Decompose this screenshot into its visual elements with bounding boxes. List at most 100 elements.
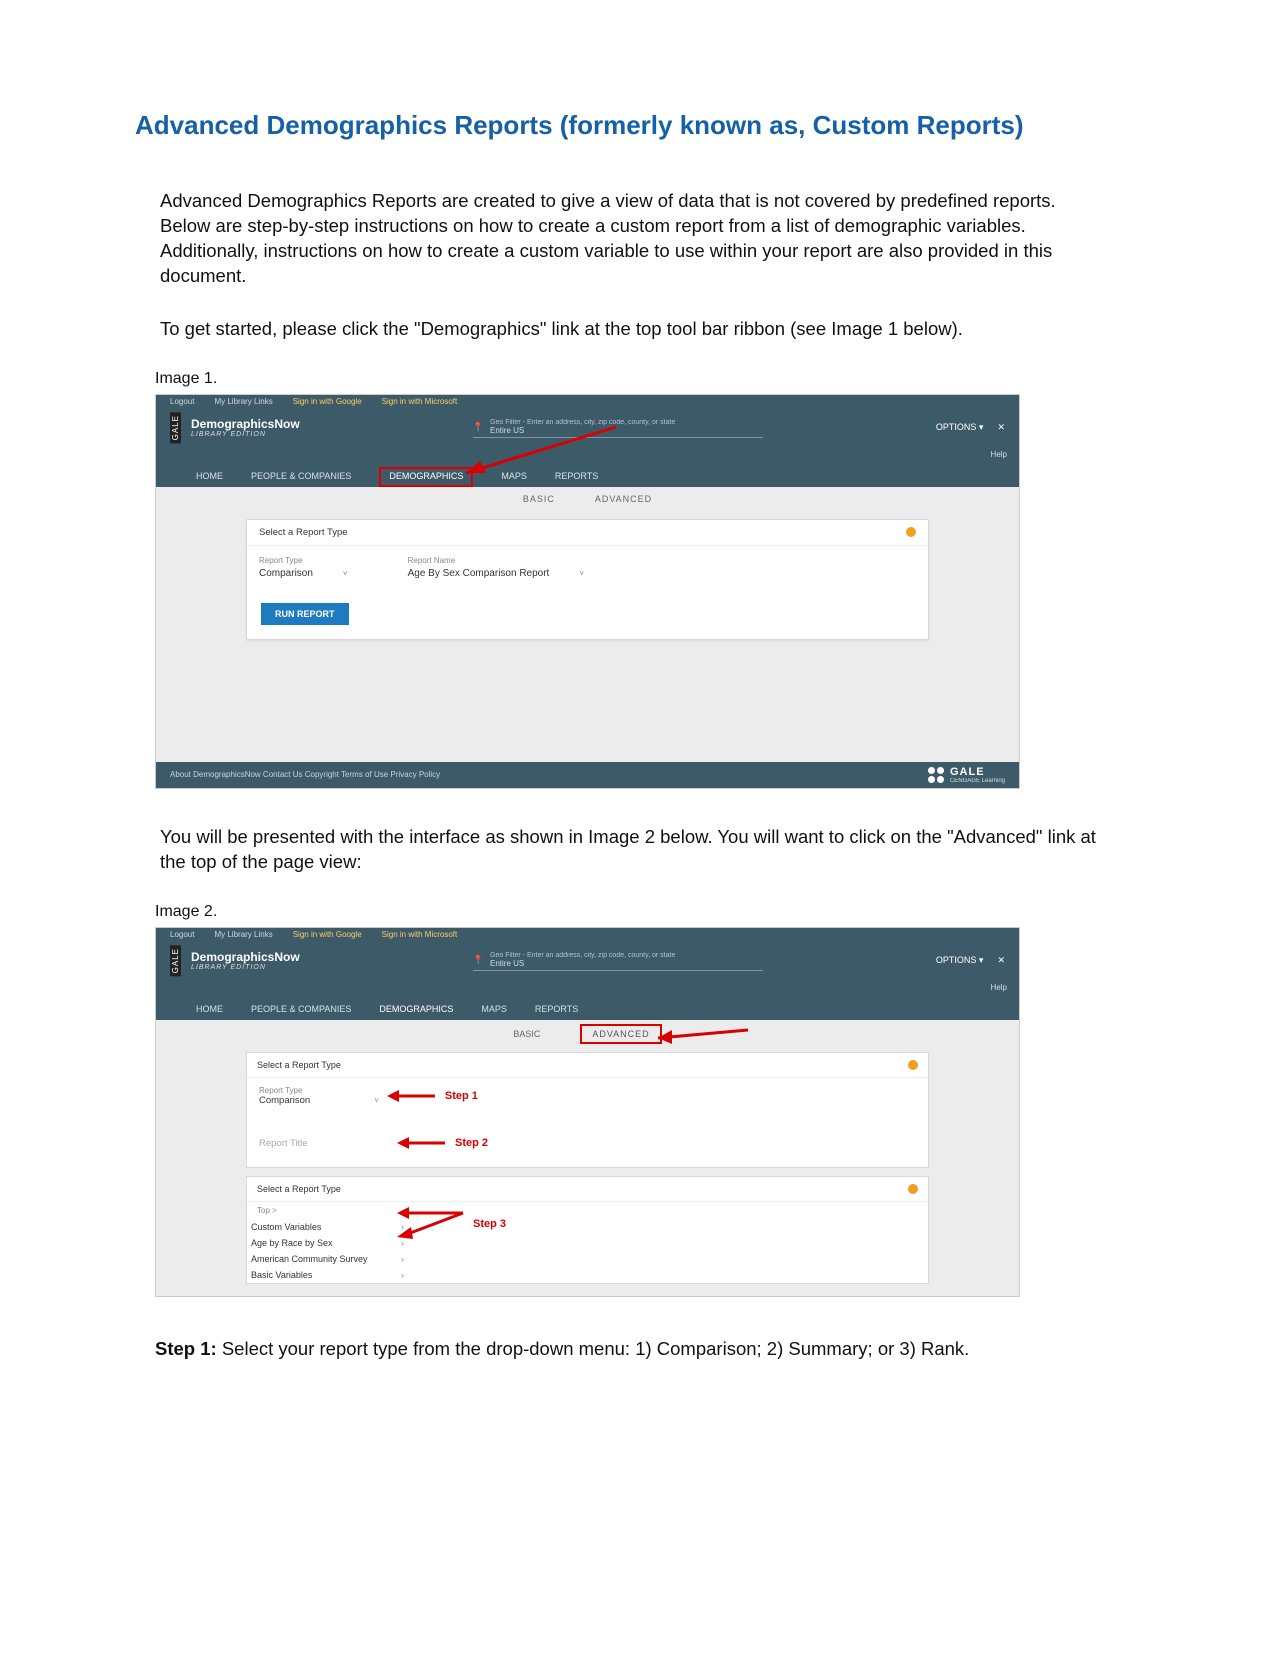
step-2-label: Step 2 xyxy=(455,1137,488,1149)
tab-demographics[interactable]: DEMOGRAPHICS xyxy=(379,467,473,487)
list-item[interactable]: American Community Survey › xyxy=(247,1251,928,1267)
run-report-button[interactable]: RUN REPORT xyxy=(261,603,349,625)
tab-demographics[interactable]: DEMOGRAPHICS xyxy=(379,1004,453,1020)
step-1-bold: Step 1: xyxy=(155,1338,217,1359)
list-item-label: Basic Variables xyxy=(251,1270,312,1280)
red-arrow-step3 xyxy=(397,1207,467,1241)
list-item[interactable]: Custom Variables› xyxy=(247,1219,928,1235)
step-1-text: Select your report type from the drop-do… xyxy=(217,1338,970,1359)
image-1-label: Image 1. xyxy=(155,370,1150,388)
logout-link[interactable]: Logout xyxy=(170,397,194,406)
red-callout-arrow-advanced xyxy=(648,1026,758,1046)
top-utility-bar: Logout My Library Links Sign in with Goo… xyxy=(156,395,1019,409)
logout-link[interactable]: Logout xyxy=(170,930,194,939)
report-name-field[interactable]: Report Name Age By Sex Comparison Report… xyxy=(408,556,584,579)
warning-icon xyxy=(906,527,916,537)
intro-paragraph-1: Advanced Demographics Reports are create… xyxy=(160,189,1110,289)
signin-microsoft-link[interactable]: Sign in with Microsoft xyxy=(382,397,458,406)
options-menu[interactable]: OPTIONS ▾ xyxy=(936,955,984,966)
subtab-basic[interactable]: BASIC xyxy=(513,1029,540,1039)
footer-links[interactable]: About DemographicsNow Contact Us Copyrig… xyxy=(170,770,440,779)
chevron-down-icon: ˅ xyxy=(579,569,584,578)
footer-bar: About DemographicsNow Contact Us Copyrig… xyxy=(156,762,1019,788)
main-tabs: HOME PEOPLE & COMPANIES DEMOGRAPHICS MAP… xyxy=(156,463,1019,487)
map-pin-icon: 📍 xyxy=(473,422,484,433)
panel-header: Select a Report Type xyxy=(259,527,348,538)
gale-text: GALE xyxy=(950,766,1005,778)
my-library-links[interactable]: My Library Links xyxy=(214,930,272,939)
help-link[interactable]: Help xyxy=(991,450,1007,459)
close-icon[interactable]: ✕ xyxy=(997,955,1005,966)
warning-icon xyxy=(908,1184,918,1194)
step-1-paragraph: Step 1: Select your report type from the… xyxy=(155,1337,1070,1362)
chevron-right-icon: › xyxy=(401,1254,404,1264)
list-item-label: Age by Race by Sex xyxy=(251,1238,333,1248)
intro-paragraph-2: To get started, please click the "Demogr… xyxy=(160,317,1110,342)
report-name-label: Report Name xyxy=(408,556,584,565)
my-library-links[interactable]: My Library Links xyxy=(214,397,272,406)
report-type-label: Report Type xyxy=(259,556,348,565)
map-pin-icon: 📍 xyxy=(473,955,484,966)
close-icon[interactable]: ✕ xyxy=(997,422,1005,433)
tab-reports[interactable]: REPORTS xyxy=(555,471,598,487)
tab-people-companies[interactable]: PEOPLE & COMPANIES xyxy=(251,471,351,487)
report-type-field[interactable]: Report Type Comparison ˅ xyxy=(259,556,348,579)
tab-maps[interactable]: MAPS xyxy=(481,1004,507,1020)
report-type-dropdown[interactable]: Comparison ˅ xyxy=(259,1095,379,1106)
tab-home[interactable]: HOME xyxy=(196,1004,223,1020)
geo-filter-input[interactable]: 📍 Geo Filter - Enter an address, city, z… xyxy=(473,417,763,438)
step-3-label: Step 3 xyxy=(473,1218,506,1230)
signin-microsoft-link[interactable]: Sign in with Microsoft xyxy=(382,930,458,939)
list-item[interactable]: Age by Race by Sex› xyxy=(247,1235,928,1251)
product-edition: LIBRARY EDITION xyxy=(191,964,300,971)
list-item-label: American Community Survey xyxy=(251,1254,368,1264)
product-name: DemographicsNow xyxy=(191,950,300,964)
signin-google-link[interactable]: Sign in with Google xyxy=(293,930,362,939)
tab-home[interactable]: HOME xyxy=(196,471,223,487)
help-link[interactable]: Help xyxy=(991,983,1007,992)
chevron-right-icon: › xyxy=(401,1270,404,1280)
report-type-value: Comparison xyxy=(259,568,313,579)
page-title: Advanced Demographics Reports (formerly … xyxy=(135,110,1150,141)
product-edition: LIBRARY EDITION xyxy=(191,431,300,438)
red-arrow-step2 xyxy=(397,1136,447,1150)
report-type-value: Comparison xyxy=(259,1095,310,1106)
subtab-basic[interactable]: BASIC xyxy=(523,494,555,504)
tab-reports[interactable]: REPORTS xyxy=(535,1004,578,1020)
cengage-text: CENGAGE Learning xyxy=(950,778,1005,784)
tab-people-companies[interactable]: PEOPLE & COMPANIES xyxy=(251,1004,351,1020)
geo-hint: Geo Filter - Enter an address, city, zip… xyxy=(490,419,675,426)
screenshot-2: Logout My Library Links Sign in with Goo… xyxy=(155,927,1020,1297)
sub-tabs: BASIC ADVANCED xyxy=(156,487,1019,511)
report-title-input[interactable]: Report Title xyxy=(259,1132,389,1155)
top-utility-bar: Logout My Library Links Sign in with Goo… xyxy=(156,928,1019,942)
list-item[interactable]: Basic Variables › xyxy=(247,1267,928,1283)
gale-footer-logo: GALECENGAGE Learning xyxy=(928,766,1005,784)
image-2-label: Image 2. xyxy=(155,903,1150,921)
breadcrumb-top[interactable]: Top > xyxy=(247,1202,928,1219)
gale-vertical-logo: GALE xyxy=(170,945,181,976)
tab-maps[interactable]: MAPS xyxy=(501,471,527,487)
screenshot-1: Logout My Library Links Sign in with Goo… xyxy=(155,394,1020,789)
warning-icon xyxy=(908,1060,918,1070)
red-arrow-step1 xyxy=(387,1089,437,1103)
options-menu[interactable]: OPTIONS ▾ xyxy=(936,422,984,433)
list-item-label: Custom Variables xyxy=(251,1222,321,1232)
chevron-down-icon: ˅ xyxy=(343,569,348,578)
panel-header: Select a Report Type xyxy=(257,1060,341,1070)
variables-panel: Select a Report Type Top > Custom Variab… xyxy=(246,1176,929,1284)
gale-vertical-logo: GALE xyxy=(170,412,181,443)
brand-bar: GALE DemographicsNow LIBRARY EDITION 📍 G… xyxy=(156,409,1019,447)
geo-value: Entire US xyxy=(490,959,524,968)
geo-filter-input[interactable]: 📍 Geo Filter - Enter an address, city, z… xyxy=(473,950,763,971)
signin-google-link[interactable]: Sign in with Google xyxy=(293,397,362,406)
subtab-advanced[interactable]: ADVANCED xyxy=(595,494,652,504)
sub-tabs: BASIC ADVANCED xyxy=(156,1020,1019,1048)
mid-paragraph: You will be presented with the interface… xyxy=(160,825,1110,875)
main-tabs: HOME PEOPLE & COMPANIES DEMOGRAPHICS MAP… xyxy=(156,996,1019,1020)
product-name: DemographicsNow xyxy=(191,417,300,431)
step-1-label: Step 1 xyxy=(445,1090,478,1102)
geo-hint: Geo Filter - Enter an address, city, zip… xyxy=(490,952,675,959)
report-type-label: Report Type xyxy=(259,1086,379,1095)
panel-header: Select a Report Type xyxy=(257,1184,341,1194)
